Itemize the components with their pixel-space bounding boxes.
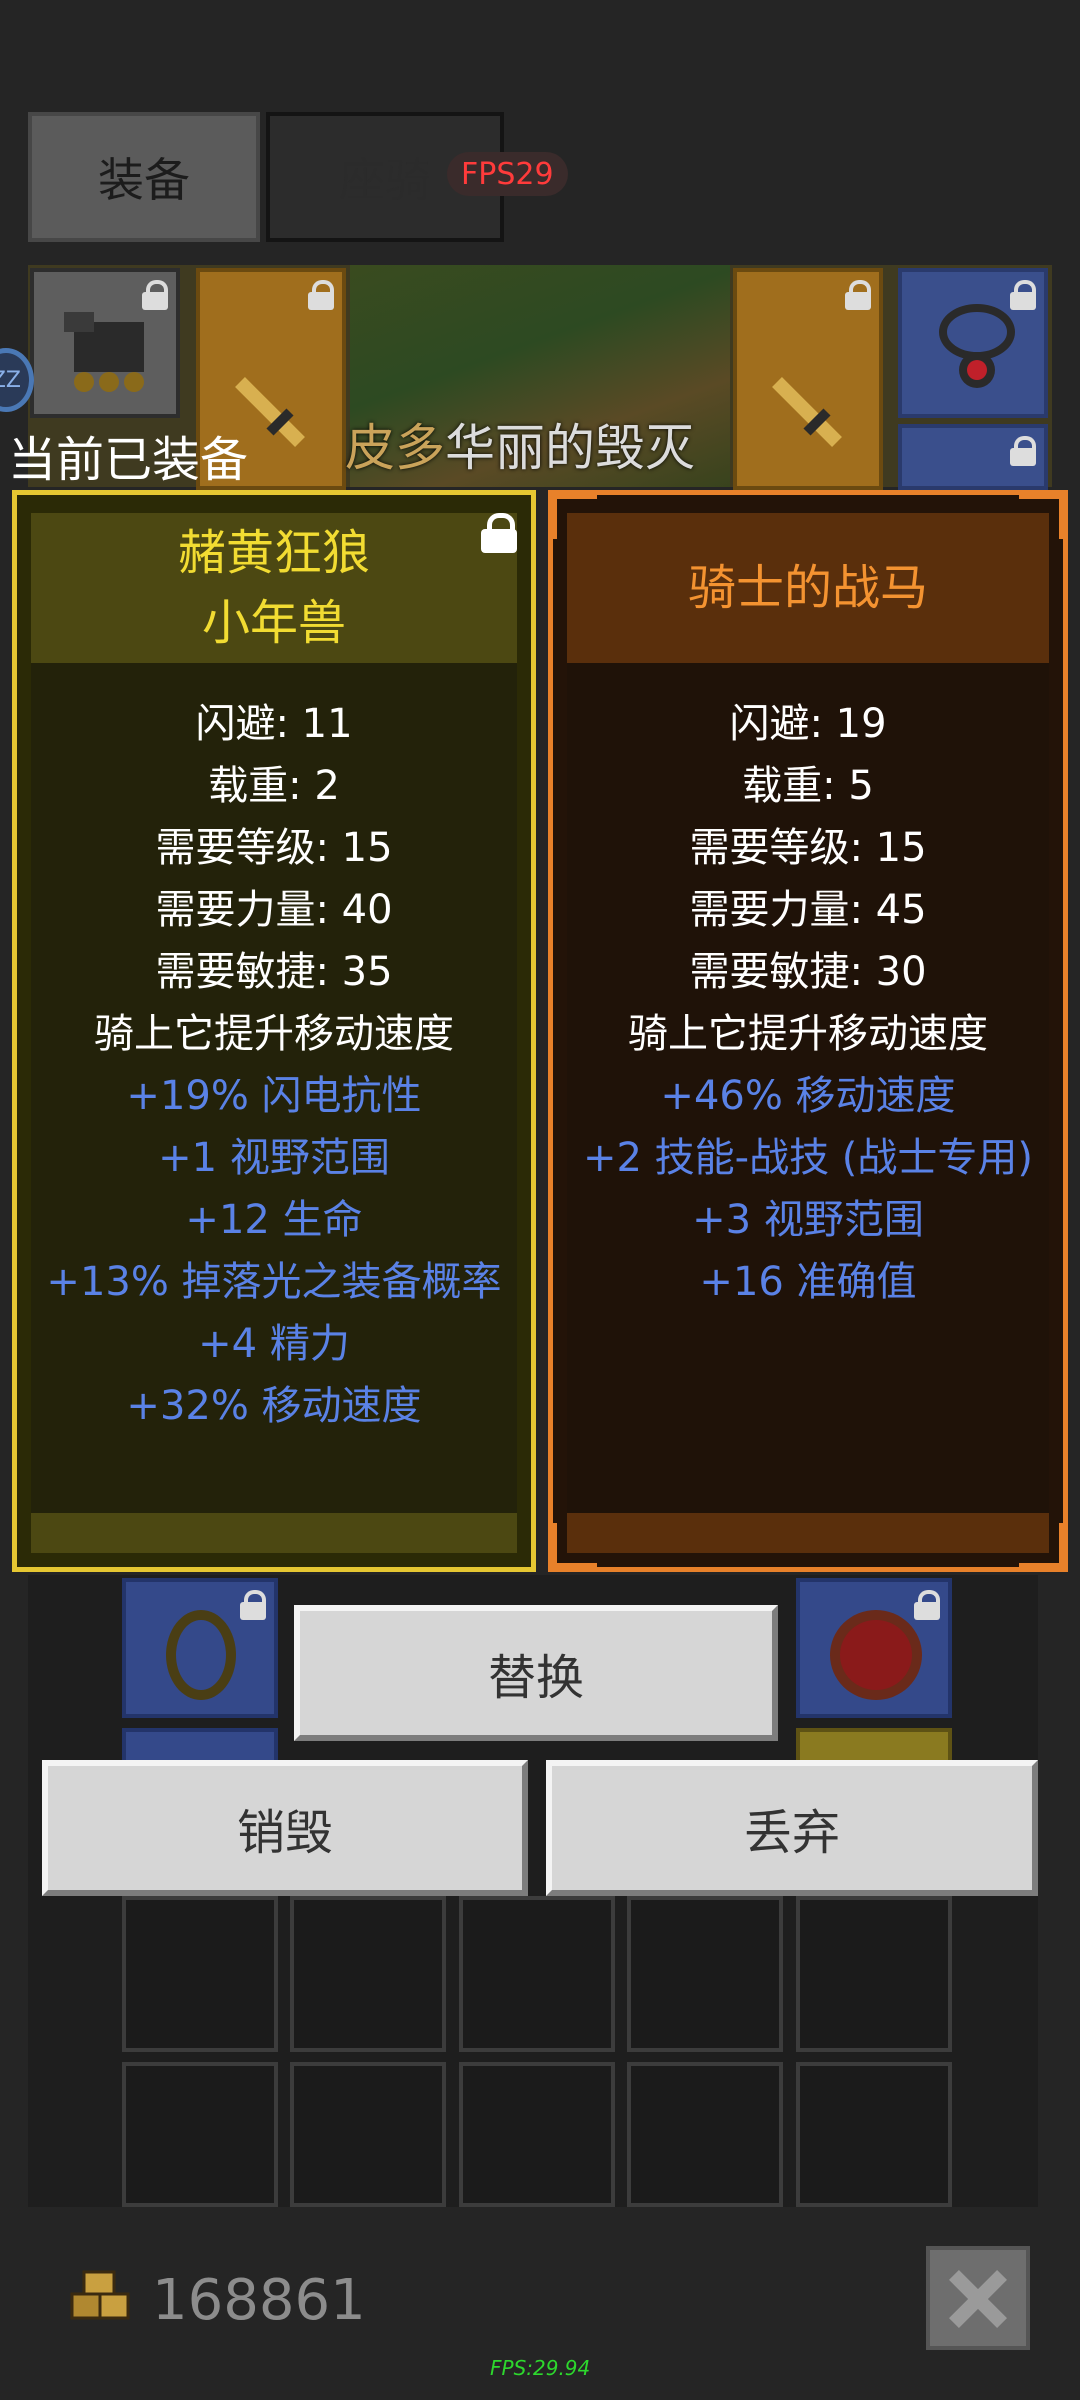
helmet-slot[interactable] <box>30 268 180 418</box>
replace-button[interactable]: 替换 <box>294 1605 778 1741</box>
bonus-line: +13% 掉落光之装备概率 <box>46 1259 502 1305</box>
helmet-icon <box>64 312 144 392</box>
stat-line: 闪避: 19 <box>729 701 887 747</box>
equipped-item-name-2: 小年兽 <box>201 595 346 651</box>
stat-line: 骑上它提升移动速度 <box>628 1011 988 1057</box>
lock-icon <box>845 280 871 310</box>
lock-icon <box>914 1590 940 1620</box>
tab-equipment[interactable]: 装备 <box>28 112 260 242</box>
new-item-stats: 闪避: 19 载重: 5 需要等级: 15 需要力量: 45 需要敏捷: 30 … <box>553 693 1063 1313</box>
fps-badge: FPS29 <box>447 152 568 196</box>
inventory-slot[interactable] <box>290 1896 446 2052</box>
bonus-line: +12 生命 <box>185 1197 363 1243</box>
inventory-slot[interactable] <box>796 2062 952 2207</box>
current-equipped-label: 当前已装备 <box>8 432 249 488</box>
new-item-card: 骑士的战马 闪避: 19 载重: 5 需要等级: 15 需要力量: 45 需要敏… <box>548 490 1068 1572</box>
amulet-slot-2[interactable] <box>898 424 1048 490</box>
ornament-corner <box>1019 493 1065 539</box>
equipped-item-footer <box>31 1513 517 1553</box>
stat-line: 骑上它提升移动速度 <box>94 1011 454 1057</box>
inventory-slot[interactable] <box>627 2062 783 2207</box>
bonus-line: +1 视野范围 <box>158 1135 390 1181</box>
inventory-slot[interactable] <box>290 2062 446 2207</box>
new-item-footer <box>567 1513 1049 1553</box>
inventory-slot[interactable] <box>796 1896 952 2052</box>
stat-line: 需要敏捷: 30 <box>689 949 927 995</box>
amulet-slot[interactable] <box>898 268 1048 418</box>
fps-counter: FPS:29.94 <box>490 2356 591 2380</box>
stat-line: 闪避: 11 <box>195 701 353 747</box>
inventory-slot[interactable] <box>122 2062 278 2207</box>
lock-icon <box>1010 436 1036 466</box>
stat-line: 需要力量: 45 <box>689 887 927 933</box>
scene-title: 皮多华丽的毁灭 <box>345 408 695 480</box>
inventory-slot[interactable] <box>459 2062 615 2207</box>
scene-title-main: 华丽的毁灭 <box>445 419 695 477</box>
stat-line: 需要敏捷: 35 <box>155 949 393 995</box>
bonus-line: +3 视野范围 <box>692 1197 924 1243</box>
ring-icon <box>166 1610 236 1700</box>
equipped-item-header: 赭黄狂狼 小年兽 <box>31 513 517 663</box>
stat-line: 需要力量: 40 <box>155 887 393 933</box>
inventory-slot[interactable] <box>122 1896 278 2052</box>
bonus-line: +2 技能-战技 (战士专用) <box>582 1135 1034 1181</box>
sleep-status-text: ZZ <box>0 367 21 393</box>
new-item-name: 骑士的战马 <box>687 560 928 616</box>
equipped-item-stats: 闪避: 11 载重: 2 需要等级: 15 需要力量: 40 需要敏捷: 35 … <box>17 693 531 1437</box>
equipped-item-name-1: 赭黄狂狼 <box>177 525 370 581</box>
lock-icon[interactable] <box>481 513 517 553</box>
ring-icon <box>830 1610 922 1700</box>
bonus-line: +32% 移动速度 <box>126 1383 422 1429</box>
inventory-slot[interactable] <box>796 1578 952 1718</box>
bonus-line: +19% 闪电抗性 <box>126 1073 422 1119</box>
bonus-line: +16 准确值 <box>699 1259 917 1305</box>
close-button[interactable] <box>926 2246 1030 2350</box>
bonus-line: +4 精力 <box>198 1321 350 1367</box>
sword-icon <box>772 377 842 447</box>
stat-line: 载重: 5 <box>742 763 874 809</box>
coins-amount: 168861 <box>152 2268 366 2333</box>
equipped-item-card: 赭黄狂狼 小年兽 闪避: 11 载重: 2 需要等级: 15 需要力量: 40 … <box>12 490 536 1572</box>
amulet-icon <box>939 304 1015 388</box>
stat-line: 载重: 2 <box>208 763 340 809</box>
new-item-header: 骑士的战马 <box>567 513 1049 663</box>
discard-button[interactable]: 丢弃 <box>546 1760 1038 1896</box>
stat-line: 需要等级: 15 <box>155 825 393 871</box>
inventory-slot[interactable] <box>122 1578 278 1718</box>
weapon-slot-right[interactable] <box>733 268 883 490</box>
ornament-corner <box>551 493 597 539</box>
scene-title-prefix: 皮多 <box>345 419 445 477</box>
inventory-slot[interactable] <box>459 1896 615 2052</box>
inventory-slot[interactable] <box>627 1896 783 2052</box>
coins-icon <box>70 2270 130 2320</box>
lock-icon <box>240 1590 266 1620</box>
destroy-button[interactable]: 销毁 <box>42 1760 528 1896</box>
stat-line: 需要等级: 15 <box>689 825 927 871</box>
lock-icon <box>308 280 334 310</box>
bonus-line: +46% 移动速度 <box>660 1073 956 1119</box>
